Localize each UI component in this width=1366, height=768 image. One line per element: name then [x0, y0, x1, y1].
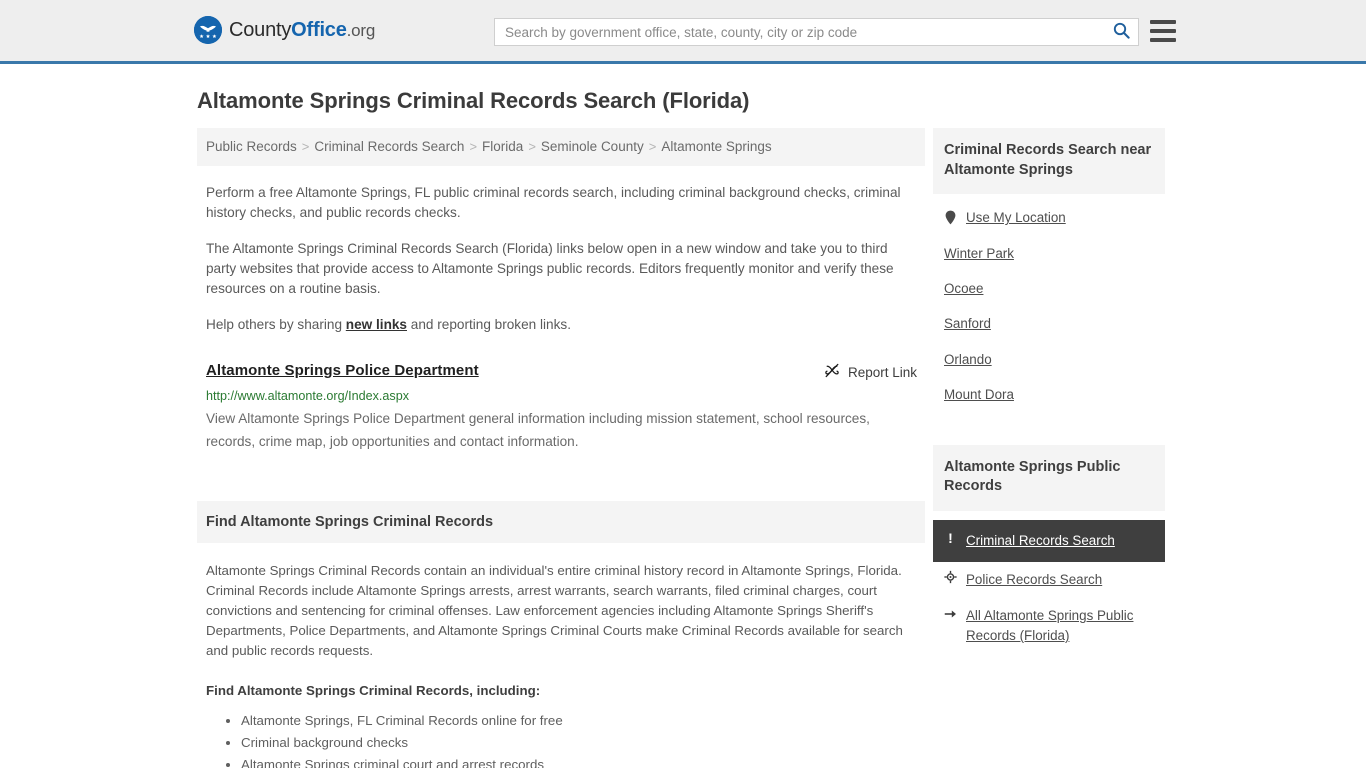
find-records-section-body: Altamonte Springs Criminal Records conta…: [197, 561, 925, 768]
intro-text: Perform a free Altamonte Springs, FL pub…: [197, 183, 925, 336]
search-bar[interactable]: [494, 18, 1139, 46]
site-logo[interactable]: CountyOffice.org: [194, 16, 375, 44]
sidebar-public-records-links: ! Criminal Records Search Police Records…: [933, 519, 1165, 654]
breadcrumb: Public Records > Criminal Records Search > F…: [197, 128, 925, 166]
sidebar-item-all-public-records[interactable]: All Altamonte Springs Public Records (Fl…: [933, 598, 1165, 654]
sidebar-public-records-heading: Altamonte Springs Public Records: [933, 444, 1165, 511]
breadcrumb-item-2[interactable]: Florida: [482, 139, 523, 154]
sidebar-item-label[interactable]: Winter Park: [944, 244, 1014, 263]
sidebar-item-mount-dora[interactable]: Mount Dora: [933, 377, 1165, 412]
sidebar-item-winter-park[interactable]: Winter Park: [933, 236, 1165, 271]
page-body: Altamonte Springs Criminal Records Searc…: [0, 64, 1366, 768]
hamburger-bar-2: [1150, 29, 1176, 33]
brand-part-org: .org: [346, 20, 376, 40]
hamburger-menu-icon[interactable]: [1150, 20, 1176, 42]
sidebar-public-records-box: Altamonte Springs Public Records ! Crimi…: [933, 444, 1165, 655]
search-button[interactable]: [1104, 19, 1138, 45]
share-text-before: Help others by sharing: [206, 317, 346, 333]
list-item: Altamonte Springs, FL Criminal Records o…: [241, 711, 917, 731]
sidebar: Criminal Records Search near Altamonte S…: [933, 128, 1165, 658]
find-records-bullet-list: Altamonte Springs, FL Criminal Records o…: [206, 711, 917, 768]
exclamation-icon: !: [948, 529, 953, 546]
brand-part-county: County: [229, 18, 292, 41]
report-link-button[interactable]: Report Link: [824, 363, 917, 382]
sidebar-item-label[interactable]: Sanford: [944, 314, 991, 333]
breadcrumb-separator: >: [469, 139, 478, 154]
sidebar-item-use-my-location[interactable]: Use My Location: [933, 200, 1165, 235]
result-description: View Altamonte Springs Police Department…: [206, 410, 870, 449]
broken-link-icon: [824, 363, 840, 382]
find-records-paragraph: Altamonte Springs Criminal Records conta…: [206, 563, 903, 659]
intro-paragraph-1: Perform a free Altamonte Springs, FL pub…: [206, 184, 901, 220]
sidebar-item-label[interactable]: Criminal Records Search: [966, 531, 1115, 551]
sidebar-item-label[interactable]: Use My Location: [966, 208, 1066, 227]
main-column: Public Records > Criminal Records Search > F…: [197, 128, 925, 768]
sidebar-item-ocoee[interactable]: Ocoee: [933, 271, 1165, 306]
report-link-label: Report Link: [847, 364, 917, 380]
sidebar-item-criminal-records-search[interactable]: ! Criminal Records Search: [933, 519, 1165, 562]
intro-paragraph-3: Help others by sharing new links and rep…: [206, 315, 917, 335]
header-inner: CountyOffice.org: [0, 0, 1366, 61]
content-container: Altamonte Springs Criminal Records Searc…: [193, 64, 1173, 768]
breadcrumb-item-1[interactable]: Criminal Records Search: [314, 139, 464, 154]
sidebar-nearby-links: Use My Location Winter Park Ocoee Sanfor…: [933, 194, 1165, 413]
new-links-link[interactable]: new links: [346, 317, 407, 332]
hamburger-bar-3: [1150, 38, 1176, 42]
find-records-section-heading: Find Altamonte Springs Criminal Records: [197, 501, 925, 544]
breadcrumb-item-3[interactable]: Seminole County: [541, 139, 644, 154]
list-item: Criminal background checks: [241, 733, 917, 753]
breadcrumb-item-0[interactable]: Public Records: [206, 139, 297, 154]
hamburger-bar-1: [1150, 20, 1176, 24]
breadcrumb-separator: >: [301, 139, 310, 154]
sidebar-nearby-heading: Criminal Records Search near Altamonte S…: [933, 128, 1165, 195]
sidebar-item-label[interactable]: Mount Dora: [944, 385, 1014, 404]
arrow-right-icon: [944, 606, 957, 621]
find-records-sub-heading: Find Altamonte Springs Criminal Records,…: [206, 682, 541, 698]
result-url-link[interactable]: http://www.altamonte.org/Index.aspx: [206, 389, 917, 403]
result-title-link[interactable]: Altamonte Springs Police Department: [206, 362, 479, 379]
page-title: Altamonte Springs Criminal Records Searc…: [197, 88, 750, 113]
sidebar-item-label[interactable]: All Altamonte Springs Public Records (Fl…: [966, 606, 1155, 646]
breadcrumb-separator: >: [528, 139, 536, 154]
result-item: Altamonte Springs Police Department Repo…: [197, 362, 925, 454]
result-header: Altamonte Springs Police Department Repo…: [206, 362, 917, 382]
sidebar-item-label[interactable]: Orlando: [944, 350, 992, 369]
intro-paragraph-2: The Altamonte Springs Criminal Records S…: [206, 241, 894, 297]
crosshair-icon: [944, 570, 957, 585]
sidebar-item-label[interactable]: Police Records Search: [966, 570, 1102, 590]
breadcrumb-item-4[interactable]: Altamonte Springs: [661, 139, 771, 154]
content-layout: Public Records > Criminal Records Search > F…: [193, 128, 1173, 768]
sidebar-item-label[interactable]: Ocoee: [944, 279, 983, 298]
map-pin-icon: [944, 210, 957, 225]
share-text-after: and reporting broken links.: [407, 317, 571, 333]
search-icon: [1113, 22, 1130, 42]
sidebar-nearby-box: Criminal Records Search near Altamonte S…: [933, 128, 1165, 413]
sidebar-item-sanford[interactable]: Sanford: [933, 306, 1165, 341]
sidebar-item-orlando[interactable]: Orlando: [933, 342, 1165, 377]
sidebar-item-police-records-search[interactable]: Police Records Search: [933, 562, 1165, 598]
brand-part-office: Office: [291, 18, 347, 41]
eagle-stars-logo-icon: [194, 16, 222, 44]
list-item: Altamonte Springs criminal court and arr…: [241, 755, 917, 768]
breadcrumb-separator: >: [648, 139, 657, 154]
site-header: CountyOffice.org: [0, 0, 1366, 64]
search-input[interactable]: [495, 19, 1104, 45]
site-logo-text: CountyOffice.org: [229, 19, 375, 42]
